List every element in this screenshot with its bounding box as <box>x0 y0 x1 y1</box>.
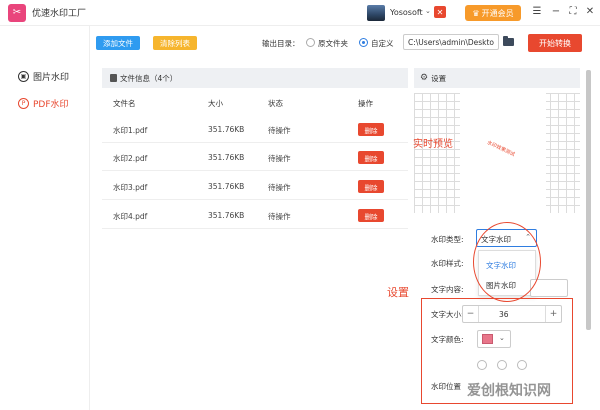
table-row[interactable]: 水印3.pdf 351.76KB 待操作 删除 <box>102 172 408 200</box>
annotation-ellipse <box>473 222 541 302</box>
file-list-title: 文件信息（4个） <box>120 73 178 83</box>
preview-annotation: 实时预览 <box>413 139 453 150</box>
table-row[interactable]: 水印1.pdf 351.76KB 待操作 删除 <box>102 115 408 143</box>
sidebar-item-label: 图片水印 <box>33 73 70 83</box>
delete-button[interactable]: 删除 <box>358 209 384 222</box>
file-size: 351.76KB <box>208 211 245 220</box>
watermark-preview: 水印效果测试 <box>414 93 580 213</box>
user-avatar[interactable] <box>367 5 385 21</box>
app-title: 优速水印工厂 <box>32 9 87 19</box>
sidebar-item-image-watermark[interactable]: ▣ 图片水印 <box>18 70 69 83</box>
file-size: 351.76KB <box>208 125 245 134</box>
file-size: 351.76KB <box>208 182 245 191</box>
start-convert-button[interactable]: 开始转换 <box>528 34 582 52</box>
file-status: 待操作 <box>268 154 291 163</box>
radio-original-folder[interactable] <box>306 38 315 47</box>
vip-button-label: 开通会员 <box>481 8 514 18</box>
sidebar <box>0 26 90 410</box>
pdf-icon: P <box>18 98 29 109</box>
text-content-label: 文字内容: <box>431 285 464 294</box>
file-name: 水印2.pdf <box>113 154 148 163</box>
menu-icon[interactable]: ☰ <box>530 6 544 17</box>
chevron-down-icon[interactable]: ⌄ <box>425 7 431 15</box>
vip-badge-icon: ✕ <box>434 6 446 18</box>
settings-title: 设置 <box>431 73 447 83</box>
file-status: 待操作 <box>268 183 291 192</box>
minimize-button[interactable]: − <box>549 6 563 17</box>
file-name: 水印3.pdf <box>113 183 148 192</box>
output-path-input[interactable]: C:\Users\admin\Deskto <box>403 34 499 50</box>
vip-button[interactable]: ♛ 开通会员 <box>465 5 521 21</box>
settings-scrollbar[interactable] <box>586 70 591 330</box>
file-name: 水印4.pdf <box>113 212 148 221</box>
clear-list-button[interactable]: 清除列表 <box>153 36 197 50</box>
column-header-status: 状态 <box>268 99 283 108</box>
watermark-type-label: 水印类型: <box>431 235 464 244</box>
user-name[interactable]: Yososoft <box>390 8 423 17</box>
gear-icon: ⚙ <box>420 73 429 83</box>
file-list-header: 文件信息（4个） <box>102 68 408 88</box>
watermark-style-label: 水印样式: <box>431 259 464 268</box>
radio-custom-folder[interactable] <box>359 38 368 47</box>
app-logo-icon: ✂ <box>8 3 26 22</box>
maximize-button[interactable]: ⛶ <box>566 6 580 17</box>
delete-button[interactable]: 删除 <box>358 180 384 193</box>
output-dir-label: 输出目录： <box>262 39 300 48</box>
file-name: 水印1.pdf <box>113 126 148 135</box>
table-row[interactable]: 水印2.pdf 351.76KB 待操作 删除 <box>102 143 408 171</box>
column-header-size: 大小 <box>208 99 223 108</box>
column-header-name: 文件名 <box>113 99 136 108</box>
column-header-action: 操作 <box>358 99 373 108</box>
file-list-panel: 文件信息（4个） 文件名 大小 状态 操作 水印1.pdf 351.76KB 待… <box>102 68 408 398</box>
crown-icon: ♛ <box>472 8 480 18</box>
radio-custom-label: 自定义 <box>371 39 394 48</box>
image-icon: ▣ <box>18 71 29 82</box>
document-icon <box>110 74 117 82</box>
close-button[interactable]: ✕ <box>583 6 597 17</box>
sidebar-item-pdf-watermark[interactable]: P PDF水印 <box>18 97 69 110</box>
add-files-button[interactable]: 添加文件 <box>96 36 140 50</box>
delete-button[interactable]: 删除 <box>358 151 384 164</box>
radio-original-label: 原文件夹 <box>318 39 348 48</box>
site-watermark: 爱创根知识网 <box>467 383 551 399</box>
sidebar-item-label: PDF水印 <box>33 100 69 110</box>
table-row[interactable]: 水印4.pdf 351.76KB 待操作 删除 <box>102 201 408 229</box>
settings-header: ⚙ 设置 <box>414 68 580 88</box>
file-status: 待操作 <box>268 126 291 135</box>
folder-icon[interactable] <box>503 36 514 46</box>
delete-button[interactable]: 删除 <box>358 123 384 136</box>
file-status: 待操作 <box>268 212 291 221</box>
file-size: 351.76KB <box>208 153 245 162</box>
settings-annotation: 设置 <box>387 286 409 299</box>
